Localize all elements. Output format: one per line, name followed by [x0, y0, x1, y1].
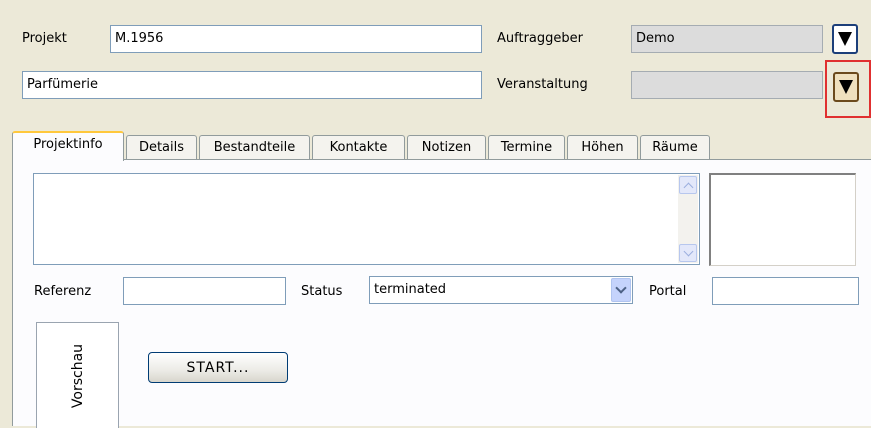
scroll-up-button[interactable]: [679, 176, 697, 194]
tab-projektinfo[interactable]: Projektinfo: [12, 131, 124, 161]
tab-details[interactable]: Details: [126, 135, 197, 160]
tab-termine[interactable]: Termine: [488, 135, 565, 160]
chevron-down-icon: [615, 282, 627, 294]
tab-hoehen[interactable]: Höhen: [567, 135, 638, 160]
tab-kontakte[interactable]: Kontakte: [312, 135, 405, 160]
veranstaltung-field: [631, 71, 823, 99]
start-button[interactable]: START...: [148, 352, 288, 383]
down-triangle-icon: [839, 80, 853, 94]
auftraggeber-label: Auftraggeber: [497, 31, 583, 46]
tab-bestandteile[interactable]: Bestandteile: [199, 135, 310, 160]
down-triangle-icon: [838, 32, 852, 46]
vorschau-tab[interactable]: Vorschau: [36, 322, 119, 428]
status-dropdown-button[interactable]: [611, 278, 631, 302]
status-value: terminated: [374, 282, 447, 297]
projekt-number-field[interactable]: M.1956: [110, 25, 482, 53]
projektinfo-textarea[interactable]: [33, 173, 700, 265]
chevron-down-icon: [683, 246, 693, 256]
projekt-name-field[interactable]: Parfümerie: [22, 71, 482, 99]
referenz-field[interactable]: [123, 277, 286, 305]
tab-raeume[interactable]: Räume: [640, 135, 710, 160]
tab-notizen[interactable]: Notizen: [407, 135, 486, 160]
auftraggeber-dropdown-button[interactable]: [832, 24, 858, 54]
status-label: Status: [301, 284, 343, 299]
veranstaltung-dropdown-button[interactable]: [833, 72, 859, 102]
scroll-down-button[interactable]: [679, 244, 697, 262]
auftraggeber-field: Demo: [631, 25, 823, 53]
vorschau-label: Vorschau: [69, 343, 86, 408]
portal-field[interactable]: [712, 277, 859, 305]
projekt-label: Projekt: [22, 31, 67, 46]
status-select[interactable]: terminated: [369, 276, 633, 304]
textarea-scrollbar[interactable]: [678, 175, 698, 263]
referenz-label: Referenz: [34, 284, 92, 299]
portal-label: Portal: [649, 284, 687, 299]
image-preview-box: [709, 173, 856, 266]
projektinfo-panel: Referenz Status terminated Portal Vorsch…: [12, 159, 871, 428]
veranstaltung-label: Veranstaltung: [497, 77, 588, 92]
chevron-up-icon: [683, 182, 693, 192]
